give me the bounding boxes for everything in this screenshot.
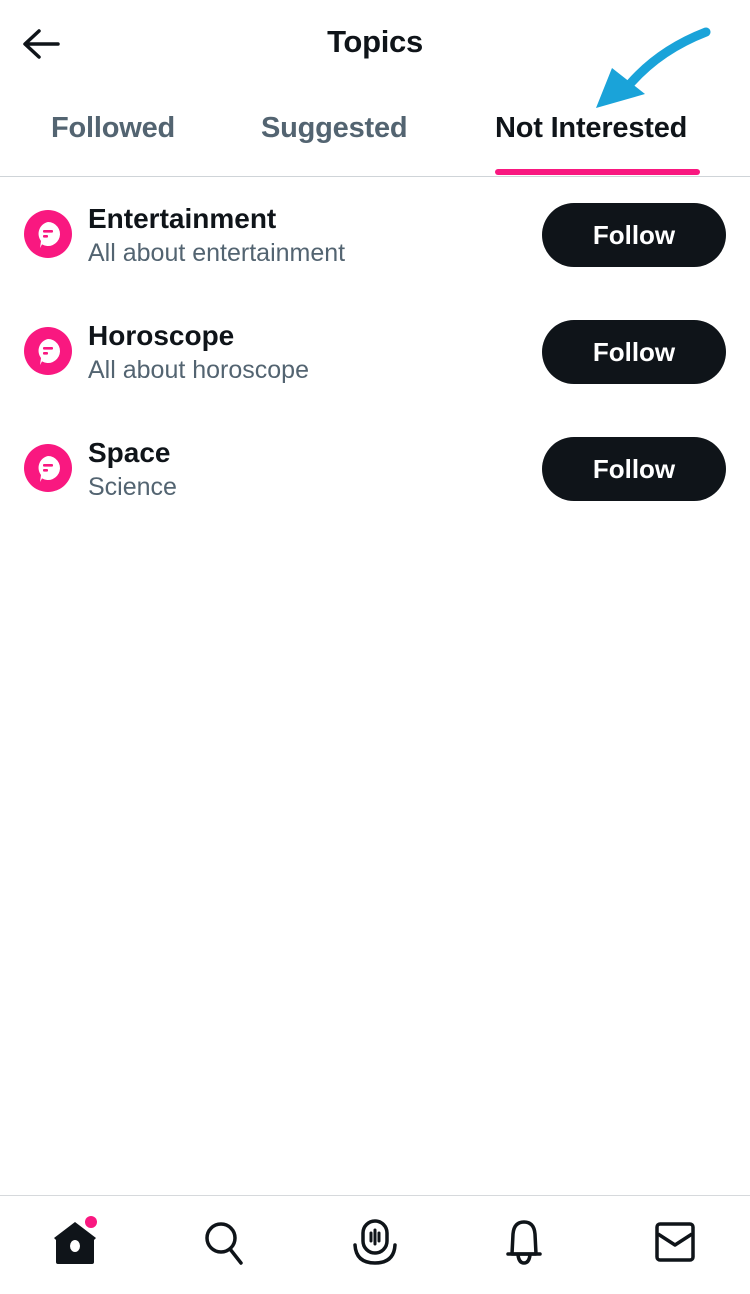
topic-name: Horoscope <box>88 320 235 351</box>
active-tab-indicator <box>495 169 700 175</box>
follow-button[interactable]: Follow <box>542 437 726 501</box>
nav-spaces[interactable] <box>350 1218 400 1268</box>
follow-button[interactable]: Follow <box>542 203 726 267</box>
topic-subtitle: All about entertainment <box>88 239 346 267</box>
bell-icon <box>506 1220 542 1265</box>
topic-bubble-icon <box>24 327 72 375</box>
topic-row: Space Science Follow <box>0 412 750 529</box>
mail-icon <box>655 1222 695 1262</box>
topic-bubble-icon <box>24 444 72 492</box>
topic-name: Space <box>88 437 171 468</box>
tab-suggested[interactable]: Suggested <box>261 112 408 145</box>
topic-name: Entertainment <box>88 203 277 234</box>
follow-button[interactable]: Follow <box>542 320 726 384</box>
topics-list: Entertainment All about entertainment Fo… <box>0 178 750 529</box>
pointer-arrow-icon <box>596 27 711 108</box>
tab-not-interested[interactable]: Not Interested <box>495 112 687 145</box>
nav-messages[interactable] <box>650 1218 700 1268</box>
spaces-icon <box>353 1219 397 1265</box>
topic-subtitle: Science <box>88 473 177 501</box>
nav-notifications[interactable] <box>499 1218 549 1268</box>
topic-row: Entertainment All about entertainment Fo… <box>0 178 750 295</box>
notification-dot <box>85 1216 97 1228</box>
nav-search[interactable] <box>199 1218 249 1268</box>
topic-bubble-icon <box>24 210 72 258</box>
search-icon <box>205 1222 243 1265</box>
topic-row: Horoscope All about horoscope Follow <box>0 295 750 412</box>
bottom-nav <box>0 1195 750 1294</box>
topic-subtitle: All about horoscope <box>88 356 309 384</box>
tab-followed[interactable]: Followed <box>51 112 175 145</box>
